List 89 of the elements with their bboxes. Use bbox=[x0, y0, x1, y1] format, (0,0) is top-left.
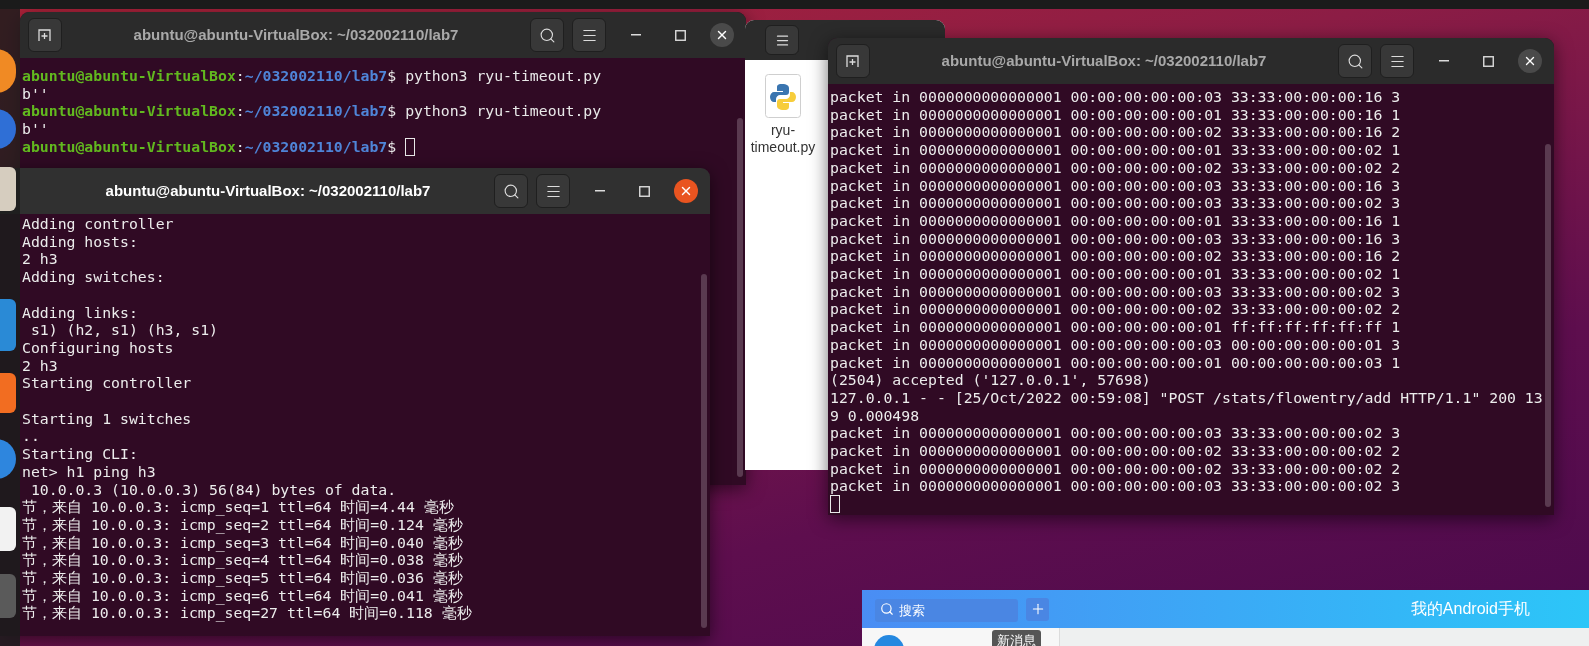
terminal-line: 127.0.0.1 - - [25/Oct/2022 00:59:08] "POST /stats/flowentry/add HTTP/1.1" 200 13 bbox=[830, 388, 1543, 407]
search-button[interactable] bbox=[494, 174, 528, 208]
terminal-line: Starting CLI: bbox=[22, 445, 138, 463]
prompt-line: abuntu@abuntu-VirtualBox:~/032002110/lab7$ bbox=[22, 137, 398, 156]
window-title: abuntu@abuntu-VirtualBox: ~/032002110/lab7 bbox=[133, 24, 459, 45]
terminal-line: Adding switches: bbox=[22, 268, 165, 286]
text-cursor bbox=[830, 495, 840, 513]
terminal-line: Adding controller bbox=[22, 215, 174, 233]
new-tab-icon bbox=[845, 53, 861, 69]
terminal-line: packet in 0000000000000001 00:00:00:00:00:03 33:33:00:00:00:16 3 bbox=[830, 229, 1401, 248]
terminal-line: packet in 0000000000000001 00:00:00:00:00:03 33:33:00:00:00:16 3 bbox=[830, 176, 1401, 195]
terminal-line: s1) (h2, s1) (h3, s1) bbox=[29, 321, 218, 339]
search-button[interactable] bbox=[1338, 44, 1372, 78]
maximize-icon bbox=[674, 29, 686, 41]
tooltip: 新消息 bbox=[992, 630, 1041, 646]
close-button[interactable] bbox=[1518, 49, 1542, 73]
terminal-line: packet in 0000000000000001 00:00:00:00:00:02 33:33:00:00:00:02 2 bbox=[830, 300, 1401, 319]
terminal-line: b'' bbox=[22, 84, 49, 103]
maximize-icon bbox=[638, 185, 650, 197]
scrollbar[interactable] bbox=[701, 274, 707, 628]
new-tab-icon bbox=[37, 27, 53, 43]
menu-button[interactable] bbox=[536, 174, 570, 208]
close-icon bbox=[679, 184, 693, 198]
close-button[interactable] bbox=[674, 179, 698, 203]
search-icon bbox=[502, 182, 520, 200]
terminal-line: b'' bbox=[22, 120, 49, 138]
menu-icon bbox=[774, 32, 790, 48]
search-button[interactable] bbox=[530, 18, 564, 52]
terminal-line: 9 0.000498 bbox=[830, 406, 920, 425]
terminal-line: packet in 0000000000000001 00:00:00:00:00:01 00:00:00:00:00:03 1 bbox=[830, 353, 1401, 372]
terminal-line: 2 h3 bbox=[22, 356, 58, 375]
terminal-line: Adding hosts: bbox=[22, 232, 138, 251]
terminal-line: Adding links: bbox=[22, 303, 138, 322]
new-tab-button[interactable] bbox=[836, 44, 870, 78]
terminal-line: 节，来自 10.0.0.3: icmp_seq=2 ttl=64 时间=0.124 毫秒 bbox=[22, 515, 463, 534]
terminal-line: packet in 0000000000000001 00:00:00:00:00:01 ff:ff:ff:ff:ff:ff 1 bbox=[830, 318, 1401, 336]
terminal-line: packet in 0000000000000001 00:00:00:00:00:02 33:33:00:00:00:16 2 bbox=[830, 247, 1401, 266]
close-icon bbox=[1523, 54, 1537, 68]
terminal-line: 节，来自 10.0.0.3: icmp_seq=1 ttl=64 时间=4.44 毫秒 bbox=[22, 498, 454, 516]
menu-button[interactable] bbox=[572, 18, 606, 52]
terminal-line: Starting 1 switches bbox=[22, 409, 192, 428]
minimize-icon bbox=[595, 190, 605, 192]
terminal-line: packet in 0000000000000001 00:00:00:00:00:02 33:33:00:00:00:02 2 bbox=[830, 158, 1401, 177]
maximize-icon bbox=[1482, 55, 1494, 67]
minimize-icon bbox=[631, 34, 641, 36]
terminal-line: net> h1 ping h3 bbox=[22, 462, 156, 481]
new-tab-button[interactable] bbox=[28, 18, 62, 52]
terminal-line: packet in 0000000000000001 00:00:00:00:00:01 33:33:00:00:00:02 1 bbox=[830, 265, 1401, 283]
scrollbar[interactable] bbox=[737, 118, 743, 477]
terminal-line: Configuring hosts bbox=[22, 338, 174, 357]
close-button[interactable] bbox=[710, 23, 734, 47]
terminal-line: 2 h3 bbox=[22, 250, 58, 269]
terminal-line: Starting controller bbox=[22, 374, 192, 392]
prompt-line: abuntu@abuntu-VirtualBox:~/032002110/lab7$ python3 ryu-timeout.py bbox=[22, 102, 602, 121]
close-icon bbox=[715, 28, 729, 42]
terminal-line: 节，来自 10.0.0.3: icmp_seq=27 ttl=64 时间=0.118 毫秒 bbox=[22, 604, 472, 623]
terminal-line: 节，来自 10.0.0.3: icmp_seq=6 ttl=64 时间=0.041 毫秒 bbox=[22, 586, 463, 605]
terminal-line: packet in 0000000000000001 00:00:00:00:00:02 33:33:00:00:00:16 2 bbox=[830, 123, 1401, 142]
terminal-line: (2504) accepted ('127.0.0.1', 57698) bbox=[830, 371, 1151, 389]
search-icon bbox=[538, 26, 556, 44]
terminal-line: packet in 0000000000000001 00:00:00:00:00:01 33:33:00:00:00:02 1 bbox=[830, 141, 1401, 159]
scrollbar[interactable] bbox=[1545, 144, 1551, 507]
terminal-line: packet in 0000000000000001 00:00:00:00:00:01 33:33:00:00:00:16 1 bbox=[830, 211, 1401, 230]
terminal-line: 节，来自 10.0.0.3: icmp_seq=4 ttl=64 时间=0.038 毫秒 bbox=[22, 551, 463, 570]
file-icon bbox=[765, 74, 801, 118]
terminal-line: packet in 0000000000000001 00:00:00:00:00:03 33:33:00:00:00:02 3 bbox=[830, 194, 1401, 212]
terminal-line: packet in 0000000000000001 00:00:00:00:00:02 33:33:00:00:00:02 2 bbox=[830, 459, 1401, 478]
menu-button[interactable] bbox=[1380, 44, 1414, 78]
terminal-line: packet in 0000000000000001 00:00:00:00:00:03 33:33:00:00:00:02 3 bbox=[830, 477, 1401, 496]
terminal-line: 10.0.0.3 (10.0.0.3) 56(84) bytes of data. bbox=[29, 480, 397, 499]
app-title: 我的Android手机 bbox=[1410, 599, 1530, 619]
minimize-icon bbox=[1439, 60, 1449, 62]
file-item[interactable]: ryu-timeout.py bbox=[747, 74, 819, 156]
terminal-line: 节，来自 10.0.0.3: icmp_seq=3 ttl=64 时间=0.040 毫秒 bbox=[22, 533, 463, 552]
terminal-line: packet in 0000000000000001 00:00:00:00:00:01 33:33:00:00:00:16 1 bbox=[830, 105, 1401, 124]
search-field[interactable]: 搜索 bbox=[875, 598, 1018, 622]
prompt-line: abuntu@abuntu-VirtualBox:~/032002110/lab7$ python3 ryu-timeout.py bbox=[22, 67, 602, 85]
terminal-line: packet in 0000000000000001 00:00:00:00:00:03 33:33:00:00:00:02 3 bbox=[830, 424, 1401, 443]
terminal-line: packet in 0000000000000001 00:00:00:00:00:02 33:33:00:00:00:02 2 bbox=[830, 442, 1401, 460]
terminal-line: packet in 0000000000000001 00:00:00:00:00:03 33:33:00:00:00:16 3 bbox=[830, 88, 1401, 106]
terminal-line: .. bbox=[22, 427, 40, 446]
window-title: abuntu@abuntu-VirtualBox: ~/032002110/lab7 bbox=[941, 50, 1267, 71]
search-icon bbox=[1346, 52, 1364, 70]
window-title: abuntu@abuntu-VirtualBox: ~/032002110/lab7 bbox=[105, 180, 431, 201]
terminal-line: packet in 0000000000000001 00:00:00:00:00:03 33:33:00:00:00:02 3 bbox=[830, 282, 1401, 301]
menu-button[interactable] bbox=[765, 25, 799, 55]
terminal-line: 节，来自 10.0.0.3: icmp_seq=5 ttl=64 时间=0.036 毫秒 bbox=[22, 569, 463, 587]
terminal-line: packet in 0000000000000001 00:00:00:00:00:03 00:00:00:00:00:01 3 bbox=[830, 335, 1401, 354]
search-icon bbox=[880, 602, 894, 616]
